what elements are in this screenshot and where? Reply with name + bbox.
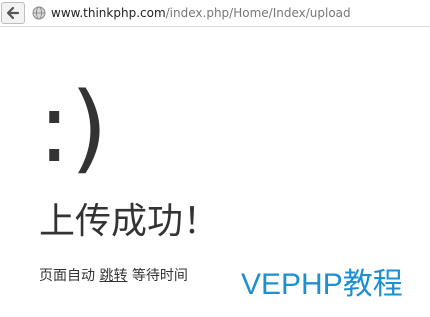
url-domain: www.thinkphp.com bbox=[51, 6, 166, 20]
success-message: 上传成功！ bbox=[39, 201, 220, 242]
back-arrow-icon bbox=[6, 6, 20, 20]
url-field[interactable]: www.thinkphp.com/index.php/Home/Index/up… bbox=[51, 5, 351, 21]
address-bar[interactable]: www.thinkphp.com/index.php/Home/Index/up… bbox=[0, 0, 430, 27]
back-button[interactable] bbox=[1, 2, 25, 24]
redirect-prefix: 页面自动 bbox=[39, 268, 95, 284]
url-path: /index.php/Home/Index/upload bbox=[165, 6, 351, 20]
watermark-logo: VEPHP教程 bbox=[241, 268, 403, 301]
globe-icon bbox=[32, 6, 46, 20]
smiley-face: :) bbox=[38, 72, 108, 184]
jump-link[interactable]: 跳转 bbox=[99, 268, 127, 284]
redirect-notice: 页面自动 跳转 等待时间 bbox=[39, 266, 188, 286]
redirect-suffix: 等待时间 bbox=[131, 268, 188, 284]
